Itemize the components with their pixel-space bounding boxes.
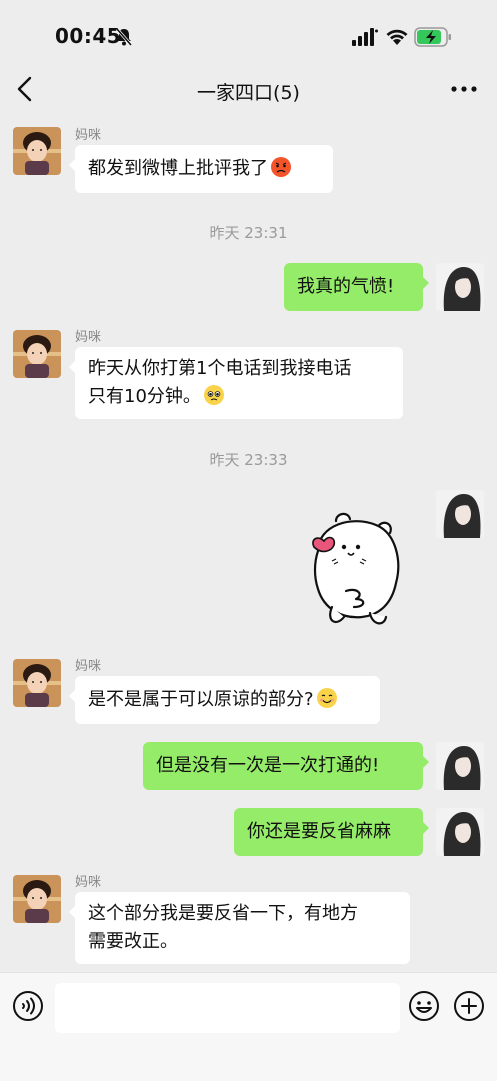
- avatar-mom[interactable]: [13, 875, 61, 923]
- bell-off-icon: [115, 28, 133, 46]
- timestamp: 昨天 23:31: [209, 224, 288, 242]
- message-text: 这个部分我是要反省一下，有地方 需要改正。: [88, 903, 358, 952]
- avatar-self[interactable]: [436, 742, 484, 790]
- message-text: 昨天从你打第1个电话到我接电话 只有10分钟。: [88, 358, 352, 407]
- angry-face-icon: [271, 157, 291, 177]
- avatar-self[interactable]: [436, 263, 484, 311]
- more-icon[interactable]: [450, 84, 478, 94]
- plus-icon[interactable]: [453, 990, 485, 1022]
- avatar-mom[interactable]: [13, 659, 61, 707]
- message-bubble-outgoing[interactable]: 你还是要反省麻麻: [234, 808, 429, 856]
- message-text: 你还是要反省麻麻: [247, 821, 391, 842]
- avatar-self[interactable]: [436, 808, 484, 856]
- sender-name: 妈咪: [75, 330, 102, 345]
- message-text: 都发到微博上批评我了: [88, 155, 292, 183]
- message-text: 但是没有一次是一次打通的!: [156, 755, 380, 776]
- pleading-face-icon: [203, 385, 224, 405]
- avatar-mom[interactable]: [13, 330, 61, 378]
- signal-icon: [352, 28, 378, 46]
- message-input[interactable]: [55, 983, 400, 1033]
- sender-name: 妈咪: [75, 875, 102, 890]
- battery-charging-icon: [414, 27, 451, 47]
- message-text: 我真的气愤!: [297, 276, 395, 297]
- sender-name: 妈咪: [75, 128, 102, 143]
- message-bubble-incoming[interactable]: 都发到微博上批评我了: [69, 145, 333, 193]
- message-bubble-outgoing[interactable]: 我真的气愤!: [284, 263, 429, 311]
- wifi-icon: [386, 29, 408, 45]
- avatar-mom[interactable]: [13, 127, 61, 175]
- message-bubble-outgoing[interactable]: 但是没有一次是一次打通的!: [143, 742, 429, 790]
- voice-icon[interactable]: [12, 990, 44, 1022]
- sender-name: 妈咪: [75, 659, 102, 674]
- bear-sticker[interactable]: [296, 503, 406, 633]
- message-text: 是不是属于可以原谅的部分?: [88, 686, 338, 714]
- status-time: 00:45: [55, 24, 122, 48]
- message-bubble-incoming[interactable]: 这个部分我是要反省一下，有地方 需要改正。: [69, 892, 410, 964]
- message-bubble-incoming[interactable]: 是不是属于可以原谅的部分?: [69, 676, 380, 724]
- emoji-icon[interactable]: [408, 990, 440, 1022]
- message-bubble-incoming[interactable]: 昨天从你打第1个电话到我接电话 只有10分钟。: [69, 347, 403, 419]
- smiling-face-icon: [316, 688, 337, 708]
- avatar-self[interactable]: [436, 490, 484, 538]
- timestamp: 昨天 23:33: [209, 451, 288, 469]
- chat-title: 一家四口(5): [197, 82, 300, 104]
